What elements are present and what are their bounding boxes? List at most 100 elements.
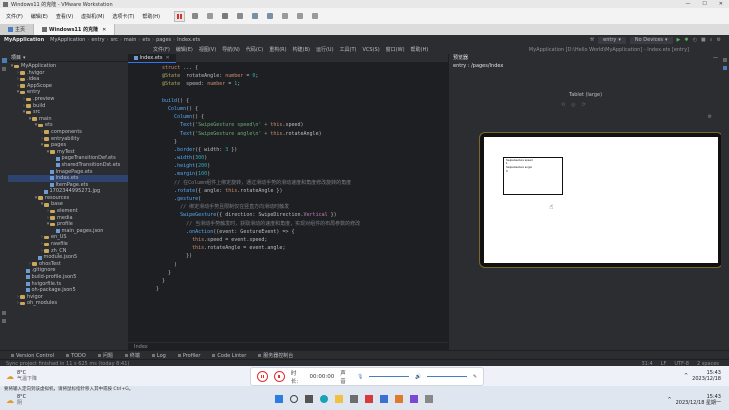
ide-menu-item[interactable]: 工具(T) bbox=[340, 46, 357, 53]
code-line[interactable]: .width(300) bbox=[128, 154, 448, 162]
minimize-icon[interactable]: — bbox=[685, 1, 690, 7]
code-line[interactable]: @State speed: number = 1; bbox=[128, 80, 448, 88]
notifications-icon[interactable] bbox=[723, 58, 727, 62]
code-line[interactable]: }) bbox=[128, 252, 448, 260]
tree-item[interactable]: ▾ entry bbox=[8, 89, 128, 96]
toolbar-icon-5[interactable] bbox=[252, 13, 259, 19]
tree-item[interactable]: › entryability bbox=[8, 136, 128, 143]
debug-icon[interactable]: ✱ bbox=[684, 37, 688, 43]
pen-icon[interactable]: ✎ bbox=[473, 374, 477, 380]
ide-menu-item[interactable]: 构建(B) bbox=[293, 46, 310, 53]
guest-clock-date[interactable]: 2023/12/18 bbox=[692, 376, 721, 382]
bookmarks-tool-icon[interactable] bbox=[2, 311, 6, 315]
code-line[interactable]: } bbox=[128, 138, 448, 146]
app-icon-purple[interactable] bbox=[410, 395, 418, 403]
tablet-screen[interactable]: SwipeGesture speed 1 SwipeGesture angle 0 … bbox=[484, 137, 718, 263]
tree-item[interactable]: module.json5 bbox=[8, 254, 128, 261]
vm-menu-item[interactable]: 编辑(E) bbox=[31, 13, 48, 20]
tray-chevron-icon[interactable]: ^ bbox=[684, 373, 688, 379]
vm-menu-item[interactable]: 查看(V) bbox=[56, 13, 73, 20]
speaker-icon[interactable]: 🔊 bbox=[415, 374, 421, 380]
tree-item[interactable]: › oh_modules bbox=[8, 300, 128, 307]
settings-icon[interactable]: ⚙ bbox=[708, 114, 712, 120]
tree-item[interactable]: › .idea bbox=[8, 76, 128, 83]
profile-icon[interactable]: ◴ bbox=[693, 37, 697, 43]
toolbar-icon-6[interactable] bbox=[267, 13, 274, 19]
tree-item[interactable]: › .preview bbox=[8, 96, 128, 103]
stop-icon[interactable]: ■ bbox=[701, 37, 706, 43]
toolbar-icon-9[interactable] bbox=[312, 13, 319, 19]
vm-menu-item[interactable]: 虚拟机(M) bbox=[81, 13, 104, 20]
tree-item[interactable]: pageTransitionDef.ets bbox=[8, 155, 128, 162]
host-weather-icon[interactable]: ☁ bbox=[6, 396, 14, 405]
project-tool-icon[interactable] bbox=[1, 58, 7, 63]
tree-item[interactable]: ▾ MyApplication bbox=[8, 63, 128, 70]
ide-menu-item[interactable]: 文件(F) bbox=[153, 46, 170, 53]
speaker-volume-slider[interactable] bbox=[427, 375, 467, 378]
vm-menu-item[interactable]: 文件(F) bbox=[6, 13, 23, 20]
code-line[interactable]: .margin(100) bbox=[128, 170, 448, 178]
code-line[interactable]: @State rotateAngle: number = 0; bbox=[128, 72, 448, 80]
code-line[interactable]: .height(200) bbox=[128, 162, 448, 170]
code-line[interactable]: struct ... { bbox=[128, 64, 448, 72]
project-panel-label[interactable]: 项目 bbox=[11, 54, 21, 61]
toolbar-icon-2[interactable] bbox=[207, 13, 214, 19]
breadcrumb-item[interactable]: src bbox=[111, 37, 118, 43]
breadcrumb-item[interactable]: Index.ets bbox=[177, 37, 200, 43]
code-line[interactable]: // 当滑动手势触发时，获取滑动的速度和角度，实现对组件的布局参数的修改 bbox=[128, 220, 448, 228]
code-line[interactable] bbox=[128, 89, 448, 97]
tree-item[interactable]: ItemPage.ets bbox=[8, 182, 128, 189]
code-line[interactable]: } bbox=[128, 277, 448, 285]
tree-item[interactable]: .gitignore bbox=[8, 267, 128, 274]
code-line[interactable]: } bbox=[128, 269, 448, 277]
code-line[interactable]: // 绑定滑动手势且限制仅在竖直方向滑动时触发 bbox=[128, 203, 448, 211]
breadcrumb-item[interactable]: MyApplication bbox=[50, 37, 85, 43]
toolbar-icon-3[interactable] bbox=[222, 13, 229, 19]
ide-menu-item[interactable]: 帮助(H) bbox=[411, 46, 429, 53]
project-name[interactable]: MyApplication bbox=[4, 37, 44, 43]
tree-item[interactable]: › components bbox=[8, 129, 128, 136]
tree-item[interactable]: sharedTransitionDst.ets bbox=[8, 162, 128, 169]
run-icon[interactable]: ▶ bbox=[677, 37, 681, 43]
rotate-icon[interactable]: ⟲ bbox=[561, 102, 565, 108]
close-tab-icon[interactable]: ✕ bbox=[102, 27, 106, 33]
close-icon[interactable]: ✕ bbox=[719, 1, 723, 7]
tree-item[interactable]: Index.ets bbox=[8, 175, 128, 182]
breadcrumb-item[interactable]: ets bbox=[142, 37, 150, 43]
bottom-tool-tab[interactable]: Profiler bbox=[177, 353, 200, 359]
search-icon[interactable] bbox=[290, 395, 298, 403]
bottom-tool-tab[interactable]: 服务器控制台 bbox=[258, 352, 293, 359]
vmware-taskbar-icon[interactable] bbox=[350, 395, 358, 403]
bottom-tool-tab[interactable]: TODO bbox=[66, 353, 86, 359]
search-icon[interactable]: ⌕ bbox=[710, 37, 713, 43]
tree-item[interactable]: hvigorfile.ts bbox=[8, 281, 128, 288]
tree-item[interactable]: 1702344995271.jpg bbox=[8, 188, 128, 195]
code-line[interactable]: .border({ width: 3 }) bbox=[128, 146, 448, 154]
file-explorer-icon[interactable] bbox=[335, 395, 343, 403]
app-icon-orange[interactable] bbox=[395, 395, 403, 403]
tab-vm[interactable]: Windows11 的克隆 ✕ bbox=[34, 24, 116, 35]
tree-item[interactable]: ImagePage.ets bbox=[8, 169, 128, 176]
ide-menu-item[interactable]: 运行(U) bbox=[316, 46, 334, 53]
task-view-icon[interactable] bbox=[305, 395, 313, 403]
tree-item[interactable]: › rawfile bbox=[8, 241, 128, 248]
structure-tool-icon[interactable] bbox=[2, 67, 6, 71]
code-line[interactable]: } bbox=[128, 285, 448, 293]
tree-item[interactable]: build-profile.json5 bbox=[8, 274, 128, 281]
breadcrumb-item[interactable]: main bbox=[124, 37, 137, 43]
tree-item[interactable]: ▾ main bbox=[8, 116, 128, 123]
chevron-down-icon[interactable]: ▾ bbox=[23, 55, 26, 61]
tree-item[interactable]: oh-package.json5 bbox=[8, 287, 128, 294]
tree-item[interactable]: › zh_CN bbox=[8, 248, 128, 255]
tree-item[interactable]: ▾ ets bbox=[8, 122, 128, 129]
code-line[interactable]: Column() { bbox=[128, 105, 448, 113]
code-line[interactable]: this.speed = event.speed; bbox=[128, 236, 448, 244]
bottom-tool-tab[interactable]: Log bbox=[151, 353, 166, 359]
tree-item[interactable]: › AppScope bbox=[8, 83, 128, 90]
tree-item[interactable]: main_pages.json bbox=[8, 228, 128, 235]
structure-bottom-icon[interactable] bbox=[2, 319, 6, 323]
tree-item[interactable]: › hvigor bbox=[8, 294, 128, 301]
code-area[interactable]: struct ... { @State rotateAngle: number … bbox=[128, 63, 448, 293]
tree-item[interactable]: › build bbox=[8, 103, 128, 110]
stop-recording-button[interactable] bbox=[273, 371, 285, 382]
